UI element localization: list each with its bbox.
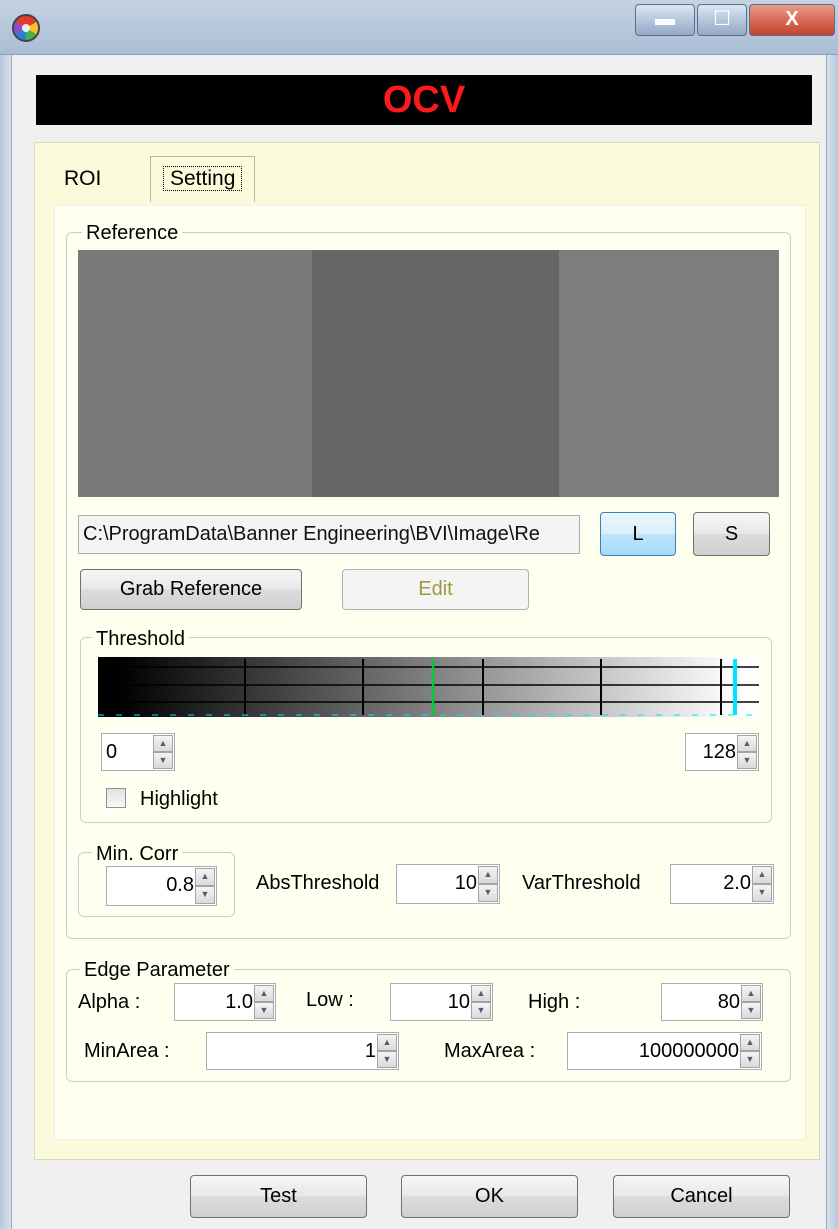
alpha-spinner[interactable]: 1.0 ▲ ▼ — [174, 983, 276, 1021]
spin-up-icon[interactable]: ▲ — [752, 866, 772, 884]
grab-reference-button[interactable]: Grab Reference — [80, 569, 302, 610]
var-threshold-label: VarThreshold — [522, 872, 641, 894]
low-spinner[interactable]: 10 ▲ ▼ — [390, 983, 493, 1021]
high-label: High : — [528, 991, 581, 1013]
high-value: 80 — [717, 991, 740, 1013]
maximize-icon: ☐ — [713, 8, 731, 30]
cancel-button[interactable]: Cancel — [613, 1175, 790, 1218]
min-corr-group-label: Min. Corr — [92, 842, 183, 866]
spin-down-icon[interactable]: ▼ — [740, 1051, 760, 1068]
save-button[interactable]: S — [693, 512, 770, 556]
spin-down-icon[interactable]: ▼ — [737, 752, 757, 769]
spin-up-icon[interactable]: ▲ — [195, 868, 215, 886]
spin-down-icon[interactable]: ▼ — [478, 884, 498, 902]
max-area-value: 100000000 — [638, 1040, 739, 1062]
window-frame-left — [0, 55, 12, 1229]
spin-up-icon[interactable]: ▲ — [478, 866, 498, 884]
max-area-label: MaxArea : — [444, 1040, 536, 1062]
spin-down-icon[interactable]: ▼ — [752, 884, 772, 902]
test-button[interactable]: Test — [190, 1175, 367, 1218]
spin-down-icon[interactable]: ▼ — [254, 1002, 274, 1019]
maximize-button[interactable]: ☐ — [697, 4, 747, 36]
threshold-high-spinner[interactable]: 128 ▲ ▼ — [685, 733, 759, 771]
close-icon: X — [785, 8, 799, 30]
app-icon — [12, 14, 40, 42]
spin-down-icon[interactable]: ▼ — [741, 1002, 761, 1019]
edit-button[interactable]: Edit — [342, 569, 529, 610]
max-area-spinner[interactable]: 100000000 ▲ ▼ — [567, 1032, 762, 1070]
spin-up-icon[interactable]: ▲ — [737, 735, 757, 752]
reference-image-region — [559, 250, 779, 497]
tab-setting-label: Setting — [163, 166, 243, 191]
min-area-spinner[interactable]: 1 ▲ ▼ — [206, 1032, 399, 1070]
minimize-icon: ▬ — [655, 8, 675, 30]
reference-path-field[interactable]: C:\ProgramData\Banner Engineering\BVI\Im… — [78, 515, 580, 554]
abs-threshold-value: 10 — [454, 872, 477, 894]
min-area-label: MinArea : — [84, 1040, 170, 1062]
spin-up-icon[interactable]: ▲ — [471, 985, 491, 1002]
abs-threshold-spinner[interactable]: 10 ▲ ▼ — [396, 864, 500, 904]
ok-button[interactable]: OK — [401, 1175, 578, 1218]
spin-up-icon[interactable]: ▲ — [254, 985, 274, 1002]
alpha-value: 1.0 — [225, 991, 253, 1013]
var-threshold-spinner[interactable]: 2.0 ▲ ▼ — [670, 864, 774, 904]
close-button[interactable]: X — [749, 4, 835, 36]
min-area-value: 1 — [364, 1040, 376, 1062]
threshold-markers — [98, 659, 759, 716]
spin-down-icon[interactable]: ▼ — [471, 1002, 491, 1019]
spin-up-icon[interactable]: ▲ — [740, 1034, 760, 1051]
min-corr-spinner[interactable]: 0.8 ▲ ▼ — [106, 866, 217, 906]
spin-up-icon[interactable]: ▲ — [741, 985, 761, 1002]
threshold-group-label: Threshold — [92, 627, 189, 651]
spin-down-icon[interactable]: ▼ — [153, 752, 173, 769]
spin-down-icon[interactable]: ▼ — [377, 1051, 397, 1068]
ocv-banner: OCV — [36, 75, 812, 125]
tab-setting[interactable]: Setting — [150, 156, 256, 202]
minimize-button[interactable]: ▬ — [635, 4, 695, 36]
spin-up-icon[interactable]: ▲ — [153, 735, 173, 752]
threshold-low-spinner[interactable]: 0 ▲ ▼ — [101, 733, 175, 771]
low-label: Low : — [306, 989, 354, 1011]
spin-down-icon[interactable]: ▼ — [195, 886, 215, 904]
low-value: 10 — [447, 991, 470, 1013]
alpha-label: Alpha : — [78, 991, 141, 1013]
abs-threshold-label: AbsThreshold — [256, 872, 380, 894]
min-corr-value: 0.8 — [166, 874, 194, 896]
load-button[interactable]: L — [600, 512, 676, 556]
highlight-label: Highlight — [140, 788, 218, 810]
reference-group-label: Reference — [82, 221, 183, 245]
reference-image-region — [312, 250, 559, 497]
tab-roi[interactable]: ROI — [52, 154, 113, 204]
edge-parameter-group-label: Edge Parameter — [80, 958, 234, 982]
highlight-checkbox[interactable] — [106, 788, 126, 808]
high-spinner[interactable]: 80 ▲ ▼ — [661, 983, 763, 1021]
threshold-low-value: 0 — [106, 741, 118, 763]
spin-up-icon[interactable]: ▲ — [377, 1034, 397, 1051]
window-frame-right — [826, 55, 838, 1229]
threshold-high-value: 128 — [702, 741, 736, 763]
var-threshold-value: 2.0 — [723, 872, 751, 894]
threshold-histogram[interactable] — [98, 657, 759, 717]
